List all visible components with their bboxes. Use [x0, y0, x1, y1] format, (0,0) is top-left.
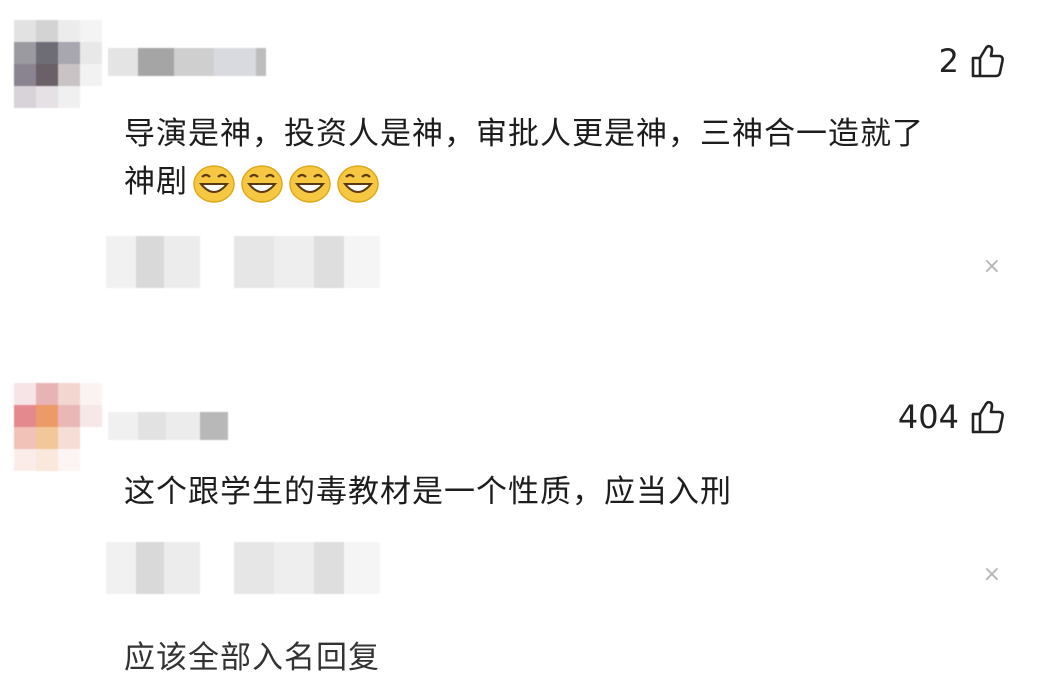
- grin-emoji-icon: [241, 164, 283, 203]
- emoji-row: [192, 164, 380, 204]
- avatar[interactable]: [14, 383, 102, 471]
- reply-preview[interactable]: [106, 236, 380, 288]
- avatar[interactable]: [14, 20, 102, 108]
- comment-text-clipped: 应该全部入名回复: [124, 640, 380, 676]
- grin-emoji-icon: [193, 164, 235, 203]
- comment-text: 导演是神，投资人是神，审批人更是神，三神合一造就了 神剧: [124, 110, 1004, 206]
- comment-text: 这个跟学生的毒教材是一个性质，应当入刑: [124, 474, 732, 510]
- grin-emoji-icon: [337, 164, 379, 203]
- username[interactable]: [108, 412, 228, 440]
- username[interactable]: [108, 48, 266, 76]
- thumbs-up-icon: [971, 44, 1004, 78]
- like-count: 2: [938, 42, 959, 80]
- close-icon[interactable]: ×: [983, 256, 1001, 278]
- grin-emoji-icon: [289, 164, 331, 203]
- close-icon[interactable]: ×: [983, 564, 1001, 586]
- like-button[interactable]: 2: [939, 42, 1005, 80]
- thumbs-up-icon: [971, 400, 1004, 434]
- reply-preview[interactable]: [106, 542, 380, 594]
- like-count: 404: [897, 398, 959, 436]
- like-button[interactable]: 404: [898, 398, 1005, 436]
